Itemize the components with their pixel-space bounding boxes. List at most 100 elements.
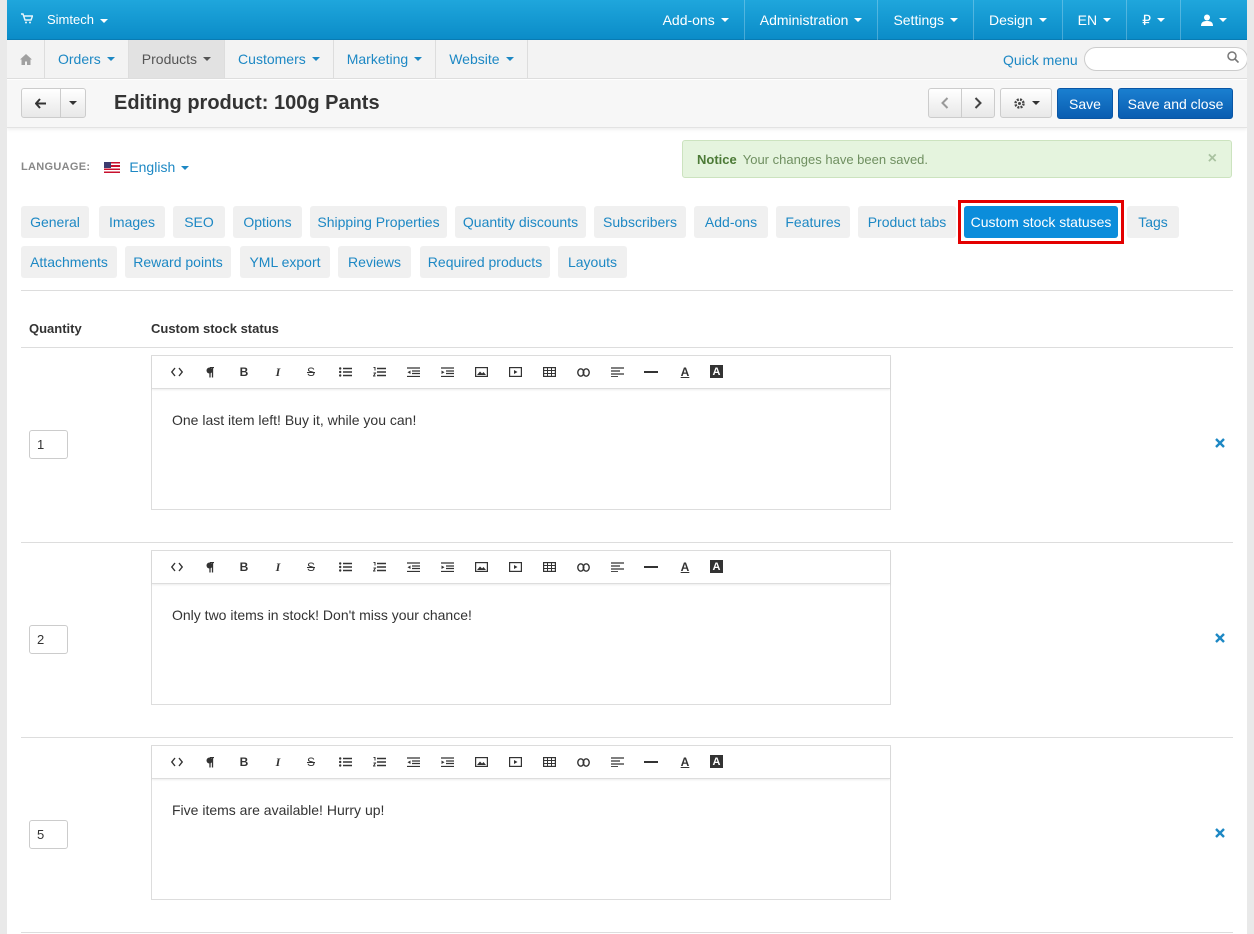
code-icon[interactable] [168, 754, 186, 770]
background-color-icon[interactable]: A [710, 560, 723, 573]
language-dropdown[interactable]: English [129, 159, 190, 175]
tab-yml-export[interactable]: YML export [240, 246, 330, 278]
code-icon[interactable] [168, 559, 186, 575]
search-icon[interactable] [1227, 51, 1240, 66]
horizontal-rule-icon[interactable] [642, 754, 660, 770]
editor-content[interactable]: One last item left! Buy it, while you ca… [172, 412, 416, 428]
video-icon[interactable] [506, 364, 524, 380]
tab-product-tabs[interactable]: Product tabs [858, 206, 956, 238]
align-left-icon[interactable] [608, 754, 626, 770]
menu-settings[interactable]: Settings [877, 0, 973, 40]
rich-text-editor[interactable]: B I S A A Only two items in stock! Don't miss… [151, 550, 891, 705]
paragraph-icon[interactable] [201, 559, 219, 575]
indent-icon[interactable] [438, 559, 456, 575]
outdent-icon[interactable] [404, 559, 422, 575]
strikethrough-icon[interactable]: S [302, 364, 320, 380]
menu-design[interactable]: Design [973, 0, 1062, 40]
horizontal-rule-icon[interactable] [642, 364, 660, 380]
back-dropdown-button[interactable] [60, 88, 86, 118]
image-icon[interactable] [472, 559, 490, 575]
bold-icon[interactable]: B [235, 364, 253, 380]
nav-orders[interactable]: Orders [45, 40, 129, 78]
align-left-icon[interactable] [608, 364, 626, 380]
bulleted-list-icon[interactable] [336, 559, 354, 575]
tab-features[interactable]: Features [776, 206, 850, 238]
image-icon[interactable] [472, 364, 490, 380]
quantity-input[interactable]: 2 [29, 625, 68, 654]
strikethrough-icon[interactable]: S [302, 559, 320, 575]
rich-text-editor[interactable]: B I S A A Five items are available! Hurry up! [151, 745, 891, 900]
nav-customers[interactable]: Customers [225, 40, 334, 78]
font-color-icon[interactable]: A [676, 364, 694, 380]
tab-options[interactable]: Options [233, 206, 302, 238]
next-product-button[interactable] [961, 88, 995, 118]
store-switcher[interactable]: Simtech [21, 12, 108, 27]
delete-row-icon[interactable] [1215, 825, 1225, 842]
indent-icon[interactable] [438, 364, 456, 380]
nav-products[interactable]: Products [128, 40, 226, 78]
indent-icon[interactable] [438, 754, 456, 770]
tab-layouts[interactable]: Layouts [558, 246, 627, 278]
numbered-list-icon[interactable] [370, 559, 388, 575]
quantity-input[interactable]: 5 [29, 820, 68, 849]
delete-row-icon[interactable] [1215, 435, 1225, 452]
tab-subscribers[interactable]: Subscribers [594, 206, 686, 238]
tab-images[interactable]: Images [99, 206, 165, 238]
numbered-list-icon[interactable] [370, 754, 388, 770]
save-button[interactable]: Save [1057, 88, 1113, 119]
tab-reward-points[interactable]: Reward points [125, 246, 231, 278]
background-color-icon[interactable]: A [710, 755, 723, 768]
table-icon[interactable] [540, 559, 558, 575]
tab-addons[interactable]: Add-ons [694, 206, 768, 238]
align-left-icon[interactable] [608, 559, 626, 575]
strikethrough-icon[interactable]: S [302, 754, 320, 770]
bulleted-list-icon[interactable] [336, 754, 354, 770]
language-selector[interactable]: EN [1061, 0, 1126, 40]
font-color-icon[interactable]: A [676, 559, 694, 575]
bold-icon[interactable]: B [235, 754, 253, 770]
link-icon[interactable] [574, 754, 592, 770]
link-icon[interactable] [574, 364, 592, 380]
table-icon[interactable] [540, 364, 558, 380]
font-color-icon[interactable]: A [676, 754, 694, 770]
home-icon[interactable] [7, 40, 45, 78]
editor-content[interactable]: Five items are available! Hurry up! [172, 802, 384, 818]
bold-icon[interactable]: B [235, 559, 253, 575]
tab-reviews[interactable]: Reviews [338, 246, 411, 278]
bulleted-list-icon[interactable] [336, 364, 354, 380]
tab-general[interactable]: General [21, 206, 89, 238]
currency-selector[interactable]: ₽ [1126, 0, 1180, 40]
outdent-icon[interactable] [404, 754, 422, 770]
menu-administration[interactable]: Administration [743, 0, 878, 40]
tab-required-products[interactable]: Required products [420, 246, 550, 278]
back-button[interactable] [21, 88, 61, 118]
numbered-list-icon[interactable] [370, 364, 388, 380]
link-icon[interactable] [574, 559, 592, 575]
nav-website[interactable]: Website [436, 40, 528, 78]
image-icon[interactable] [472, 754, 490, 770]
quantity-input[interactable]: 1 [29, 430, 68, 459]
tab-seo[interactable]: SEO [173, 206, 225, 238]
quick-menu-link[interactable]: Quick menu [1003, 52, 1078, 68]
close-icon[interactable]: × [1208, 150, 1217, 168]
tab-tags[interactable]: Tags [1127, 206, 1179, 238]
italic-icon[interactable]: I [269, 364, 287, 380]
video-icon[interactable] [506, 559, 524, 575]
nav-marketing[interactable]: Marketing [334, 40, 437, 78]
tab-quantity-discounts[interactable]: Quantity discounts [455, 206, 586, 238]
prev-product-button[interactable] [928, 88, 962, 118]
search-input[interactable] [1084, 47, 1247, 71]
outdent-icon[interactable] [404, 364, 422, 380]
table-icon[interactable] [540, 754, 558, 770]
rich-text-editor[interactable]: B I S A A One last item left! Buy it, while y… [151, 355, 891, 510]
menu-addons[interactable]: Add-ons [648, 0, 744, 40]
tab-attachments[interactable]: Attachments [21, 246, 117, 278]
video-icon[interactable] [506, 754, 524, 770]
save-and-close-button[interactable]: Save and close [1118, 88, 1233, 119]
background-color-icon[interactable]: A [710, 365, 723, 378]
paragraph-icon[interactable] [201, 754, 219, 770]
code-icon[interactable] [168, 364, 186, 380]
delete-row-icon[interactable] [1215, 630, 1225, 647]
paragraph-icon[interactable] [201, 364, 219, 380]
editor-content[interactable]: Only two items in stock! Don't miss your… [172, 607, 472, 623]
